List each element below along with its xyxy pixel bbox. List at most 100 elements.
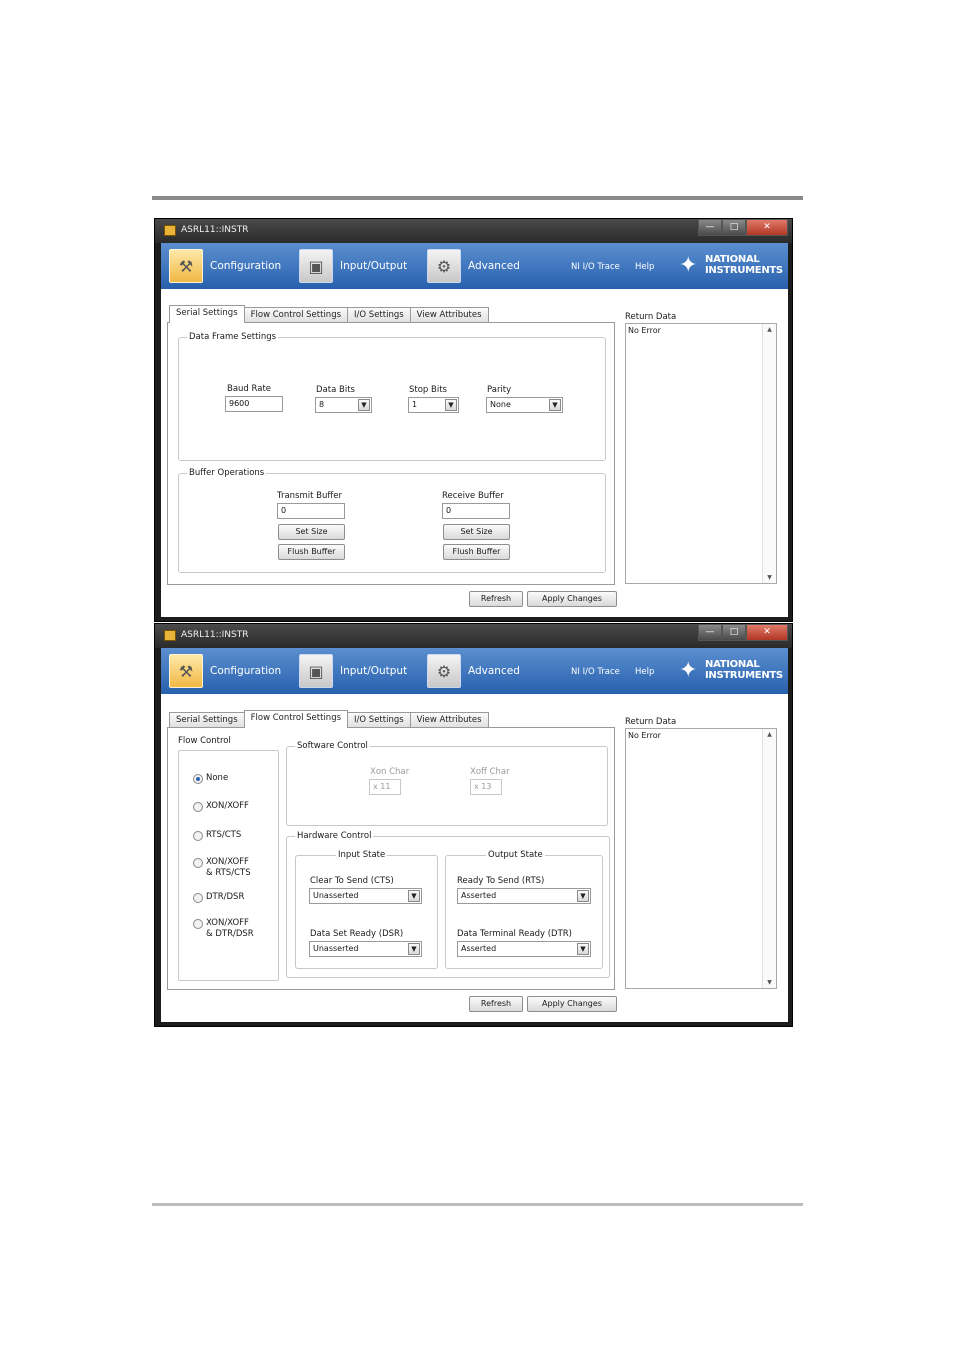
radio-icon[interactable] [193, 831, 203, 841]
return-data-box: No Error ▲ ▼ [625, 323, 777, 584]
radio-icon[interactable] [193, 858, 203, 868]
advanced-button[interactable]: ⚙ Advanced [427, 249, 520, 283]
help-link[interactable]: Help [635, 262, 654, 272]
receive-flush-button[interactable]: Flush Buffer [443, 544, 510, 560]
return-data-scrollbar[interactable]: ▲ ▼ [762, 324, 776, 583]
xoff-char-input[interactable]: x 13 [470, 779, 502, 795]
chevron-down-icon[interactable]: ▼ [577, 890, 589, 902]
tab-io-settings[interactable]: I/O Settings [347, 712, 411, 728]
parity-select[interactable]: None ▼ [486, 397, 563, 413]
transmit-buffer-input[interactable]: 0 [277, 503, 345, 519]
transmit-flush-button[interactable]: Flush Buffer [278, 544, 345, 560]
receive-buffer-input[interactable]: 0 [442, 503, 510, 519]
scroll-up-icon[interactable]: ▲ [763, 731, 776, 738]
rts-select[interactable]: Asserted ▼ [457, 888, 591, 904]
return-data-value: No Error [628, 731, 661, 740]
scroll-down-icon[interactable]: ▼ [763, 574, 776, 581]
serial-settings-panel: Data Frame Settings Baud Rate 9600 Data … [167, 322, 615, 585]
xon-char-input[interactable]: x 11 [369, 779, 401, 795]
tab-view-attributes[interactable]: View Attributes [409, 307, 489, 323]
eagle-icon: ✦ [679, 253, 698, 278]
flow-option-dtr-dsr[interactable]: DTR/DSR [193, 892, 244, 903]
ni-logo: ✦ NATIONAL INSTRUMENTS [679, 657, 785, 685]
software-control-title: Software Control [295, 741, 370, 751]
minimize-button[interactable]: — [698, 219, 722, 236]
dsr-select[interactable]: Unasserted ▼ [309, 941, 422, 957]
transmit-buffer-label: Transmit Buffer [277, 491, 342, 501]
apply-changes-button[interactable]: Apply Changes [527, 591, 617, 607]
logo-line2: INSTRUMENTS [705, 670, 783, 681]
rts-label: Ready To Send (RTS) [457, 876, 545, 886]
eagle-icon: ✦ [679, 658, 698, 683]
tab-serial-settings[interactable]: Serial Settings [169, 305, 245, 323]
output-state-title: Output State [486, 850, 545, 860]
baud-rate-input[interactable]: 9600 [225, 396, 283, 412]
chevron-down-icon[interactable]: ▼ [408, 890, 420, 902]
transmit-set-size-button[interactable]: Set Size [278, 524, 345, 540]
cts-select[interactable]: Unasserted ▼ [309, 888, 422, 904]
input-output-button[interactable]: ▣ Input/Output [299, 654, 407, 688]
return-data-scrollbar[interactable]: ▲ ▼ [762, 729, 776, 988]
title-bar[interactable]: ASRL11::INSTR — □ ✕ [155, 219, 792, 243]
baud-rate-label: Baud Rate [227, 384, 272, 394]
window-client: ⚒ Configuration ▣ Input/Output ⚙ Advance… [161, 648, 788, 1022]
maximize-button[interactable]: □ [722, 219, 746, 236]
window-title: ASRL11::INSTR [181, 630, 249, 640]
configuration-button[interactable]: ⚒ Configuration [169, 654, 281, 688]
chevron-down-icon[interactable]: ▼ [549, 399, 561, 411]
tab-flow-control-settings[interactable]: Flow Control Settings [243, 710, 349, 728]
flow-option-rts-cts[interactable]: RTS/CTS [193, 830, 241, 841]
advanced-button[interactable]: ⚙ Advanced [427, 654, 520, 688]
tab-strip: Serial Settings Flow Control Settings I/… [169, 305, 489, 323]
configuration-button[interactable]: ⚒ Configuration [169, 249, 281, 283]
data-bits-label: Data Bits [316, 385, 355, 395]
chevron-down-icon[interactable]: ▼ [577, 943, 589, 955]
data-frame-group: Data Frame Settings Baud Rate 9600 Data … [178, 332, 606, 461]
flow-option-label: None [206, 773, 229, 783]
flow-option-none[interactable]: None [193, 773, 228, 784]
apply-changes-button[interactable]: Apply Changes [527, 996, 617, 1012]
window-title: ASRL11::INSTR [181, 225, 249, 235]
input-output-label: Input/Output [340, 260, 408, 272]
dtr-select[interactable]: Asserted ▼ [457, 941, 591, 957]
chevron-down-icon[interactable]: ▼ [358, 399, 370, 411]
return-data-label: Return Data [625, 312, 677, 322]
tab-view-attributes[interactable]: View Attributes [409, 712, 489, 728]
scroll-down-icon[interactable]: ▼ [763, 979, 776, 986]
ni-io-trace-link[interactable]: NI I/O Trace [571, 667, 620, 677]
refresh-button[interactable]: Refresh [469, 996, 523, 1012]
receive-set-size-button[interactable]: Set Size [443, 524, 510, 540]
close-button[interactable]: ✕ [746, 624, 788, 641]
flow-option-xon-xoff[interactable]: XON/XOFF [193, 801, 249, 812]
flow-option-xon-dtr[interactable]: XON/XOFF & DTR/DSR [193, 918, 254, 940]
minimize-button[interactable]: — [698, 624, 722, 641]
help-link[interactable]: Help [635, 667, 654, 677]
xon-char-label: Xon Char [370, 767, 410, 777]
logo-line1: NATIONAL [705, 254, 760, 265]
flow-option-label: XON/XOFF & RTS/CTS [206, 857, 251, 878]
chevron-down-icon[interactable]: ▼ [408, 943, 420, 955]
return-data-value: No Error [628, 326, 661, 335]
ni-io-trace-link[interactable]: NI I/O Trace [571, 262, 620, 272]
stop-bits-select[interactable]: 1 ▼ [408, 397, 459, 413]
radio-icon[interactable] [193, 802, 203, 812]
configuration-label: Configuration [210, 260, 282, 272]
data-bits-select[interactable]: 8 ▼ [315, 397, 372, 413]
refresh-button[interactable]: Refresh [469, 591, 523, 607]
nav-banner: ⚒ Configuration ▣ Input/Output ⚙ Advance… [161, 243, 788, 289]
close-button[interactable]: ✕ [746, 219, 788, 236]
dsr-value: Unasserted [313, 944, 359, 953]
tab-io-settings[interactable]: I/O Settings [347, 307, 411, 323]
title-bar[interactable]: ASRL11::INSTR — □ ✕ [155, 624, 792, 648]
tab-flow-control-settings[interactable]: Flow Control Settings [243, 307, 349, 323]
flow-option-xon-rts[interactable]: XON/XOFF & RTS/CTS [193, 857, 251, 879]
scroll-up-icon[interactable]: ▲ [763, 326, 776, 333]
advanced-label: Advanced [468, 260, 520, 272]
radio-icon[interactable] [193, 893, 203, 903]
maximize-button[interactable]: □ [722, 624, 746, 641]
tab-serial-settings[interactable]: Serial Settings [169, 712, 245, 728]
input-output-button[interactable]: ▣ Input/Output [299, 249, 407, 283]
radio-icon[interactable] [193, 774, 203, 784]
radio-icon[interactable] [193, 919, 203, 929]
chevron-down-icon[interactable]: ▼ [445, 399, 457, 411]
